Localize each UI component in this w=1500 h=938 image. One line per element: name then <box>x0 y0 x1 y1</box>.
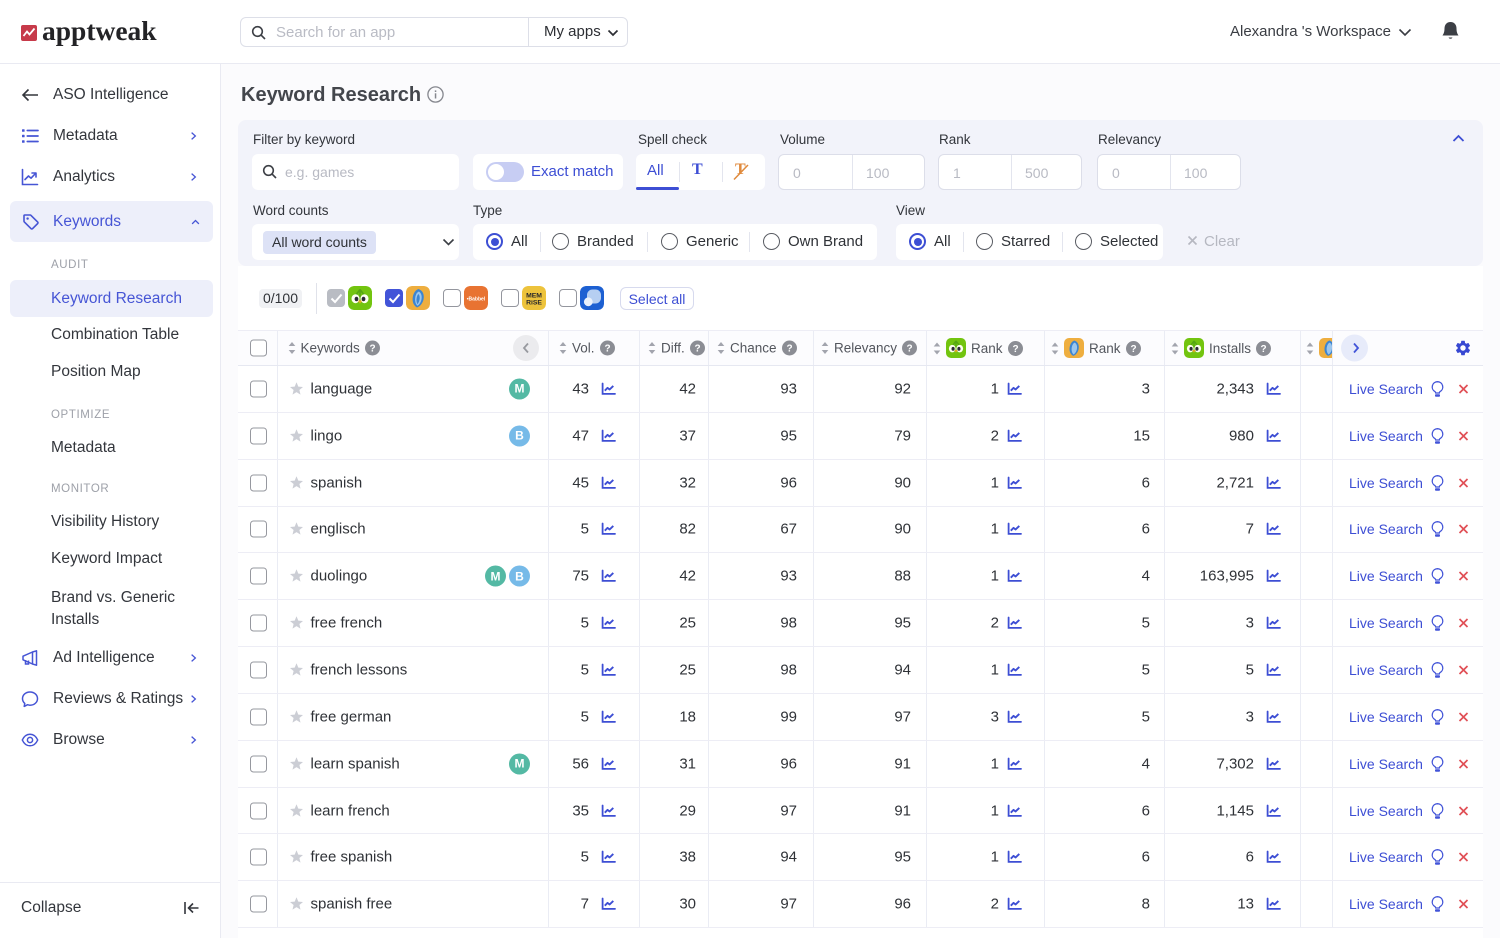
svg-text:?: ? <box>1260 344 1266 355</box>
svg-text:?: ? <box>906 344 912 355</box>
svg-text:?: ? <box>1012 344 1018 355</box>
svg-text:?: ? <box>694 344 700 355</box>
svg-text:RiSE: RiSE <box>526 300 542 307</box>
svg-text:MEM: MEM <box>526 293 542 300</box>
svg-text:•Babbel: •Babbel <box>467 297 486 303</box>
svg-text:?: ? <box>1130 344 1136 355</box>
svg-text:?: ? <box>369 344 375 355</box>
svg-text:?: ? <box>786 344 792 355</box>
svg-text:?: ? <box>604 344 610 355</box>
